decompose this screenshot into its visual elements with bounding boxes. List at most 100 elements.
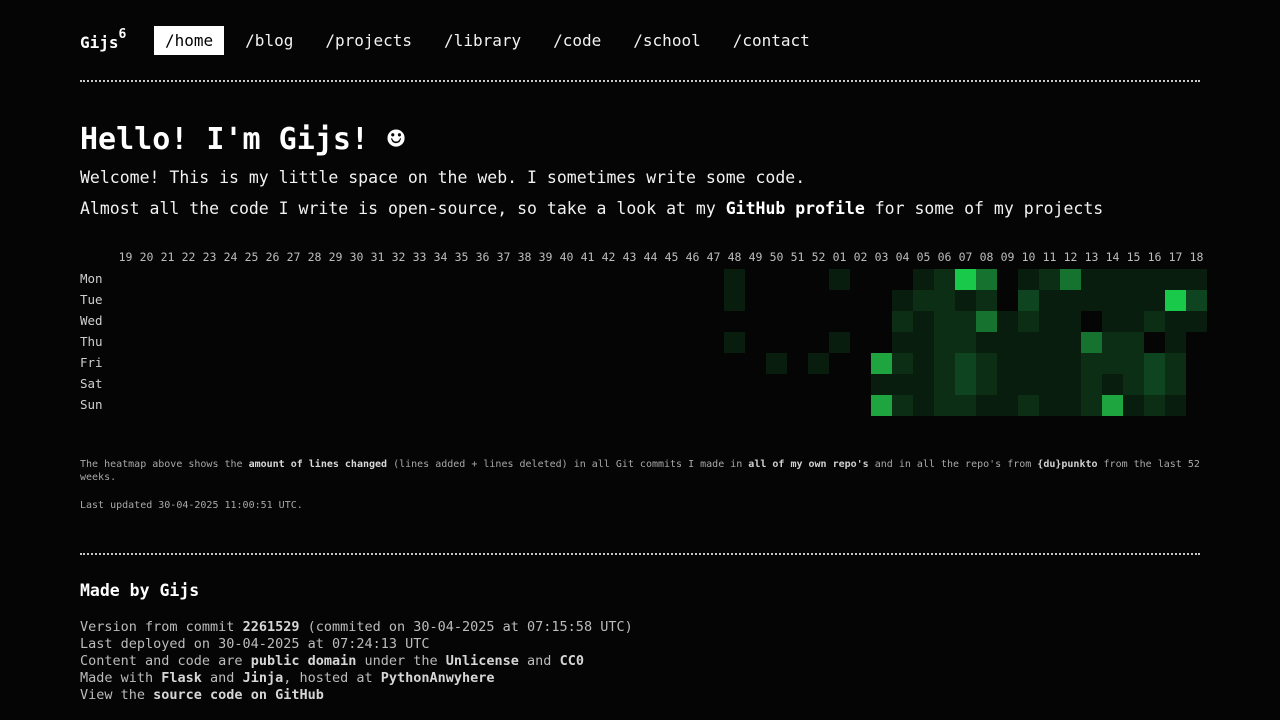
heatmap-cell	[493, 395, 514, 416]
heatmap-cell	[808, 290, 829, 311]
heatmap-cell	[157, 374, 178, 395]
heatmap-cell	[913, 290, 934, 311]
heatmap-cell	[1060, 374, 1081, 395]
heatmap-cell	[409, 395, 430, 416]
heatmap-cell	[262, 353, 283, 374]
site-logo[interactable]: Gijs6	[80, 28, 126, 52]
content-prefix: Content and code are	[80, 653, 251, 669]
week-label: 11	[1042, 250, 1057, 264]
heatmap-cell	[241, 290, 262, 311]
heatmap-cell	[241, 395, 262, 416]
heatmap-cell	[199, 395, 220, 416]
day-label: Sun	[80, 397, 103, 412]
heatmap-cell	[1186, 374, 1207, 395]
heatmap-cell	[745, 311, 766, 332]
heatmap-cell	[514, 290, 535, 311]
heatmap-cell	[1060, 290, 1081, 311]
week-label: 31	[370, 250, 385, 264]
heatmap-cell	[745, 332, 766, 353]
heatmap-cell	[661, 332, 682, 353]
week-label: 10	[1021, 250, 1036, 264]
heatmap-cell	[1060, 353, 1081, 374]
week-label: 07	[958, 250, 973, 264]
heatmap-cell	[346, 311, 367, 332]
heatmap-cell	[1081, 374, 1102, 395]
week-label: 15	[1126, 250, 1141, 264]
heatmap-cell	[1144, 311, 1165, 332]
heatmap-cell	[976, 353, 997, 374]
heatmap-cell	[304, 269, 325, 290]
heatmap-cell	[976, 332, 997, 353]
heatmap-cell	[514, 395, 535, 416]
week-label: 22	[181, 250, 196, 264]
heatmap-cell	[493, 332, 514, 353]
heatmap-cell	[451, 311, 472, 332]
week-label: 35	[454, 250, 469, 264]
heatmap-cell	[1081, 395, 1102, 416]
heatmap-cell	[325, 353, 346, 374]
note-bold-lines-changed: amount of lines changed	[248, 459, 388, 470]
heatmap-cell	[178, 374, 199, 395]
own-repos-link[interactable]: all of my own repo's	[748, 459, 868, 470]
source-code-link[interactable]: source code on GitHub	[153, 687, 324, 703]
heatmap-cell	[934, 395, 955, 416]
dupunkto-link[interactable]: {du}punkto	[1037, 459, 1097, 470]
heatmap-cell	[220, 395, 241, 416]
heatmap-cell	[787, 353, 808, 374]
heatmap-cell	[1186, 269, 1207, 290]
heatmap-cell	[535, 353, 556, 374]
footer-made-with-line: Made with Flask and Jinja, hosted at Pyt…	[80, 670, 633, 687]
heatmap-cell	[472, 353, 493, 374]
flask-link[interactable]: Flask	[161, 670, 202, 686]
nav-link-contact[interactable]: /contact	[722, 26, 821, 55]
heatmap-cell	[493, 353, 514, 374]
heatmap-cell	[829, 290, 850, 311]
heatmap-cell	[850, 374, 871, 395]
nav-link-projects[interactable]: /projects	[314, 26, 423, 55]
heatmap-cell	[1186, 353, 1207, 374]
heatmap-cell	[619, 290, 640, 311]
heatmap-cell	[136, 332, 157, 353]
week-label: 46	[685, 250, 700, 264]
week-label: 47	[706, 250, 721, 264]
heatmap-cell	[829, 269, 850, 290]
heatmap-cell	[640, 353, 661, 374]
heatmap-cell	[556, 269, 577, 290]
heatmap-cell	[829, 353, 850, 374]
heatmap-cell	[787, 332, 808, 353]
heatmap-cell	[703, 332, 724, 353]
nav-link-home[interactable]: /home	[154, 26, 225, 55]
github-profile-link[interactable]: GitHub profile	[726, 199, 865, 218]
heatmap-cell	[388, 374, 409, 395]
week-label: 20	[139, 250, 154, 264]
heatmap-cell	[367, 311, 388, 332]
commit-heatmap: 19 20 21 22 23 24 25 26 27 28 29 30 31 32 33 34 35 36 37 38…	[80, 248, 1207, 418]
heatmap-cell	[388, 353, 409, 374]
commit-link[interactable]: 2261529	[243, 619, 300, 635]
heatmap-cell	[1081, 290, 1102, 311]
nav-link-library[interactable]: /library	[433, 26, 532, 55]
heatmap-cell	[787, 395, 808, 416]
week-label: 51	[790, 250, 805, 264]
heatmap-cell	[892, 374, 913, 395]
heatmap-cell	[178, 269, 199, 290]
heatmap-cell	[367, 374, 388, 395]
heatmap-cell	[241, 269, 262, 290]
heatmap-cell	[367, 353, 388, 374]
heatmap-cell	[577, 269, 598, 290]
footer-version-line: Version from commit 2261529 (commited on…	[80, 619, 633, 636]
pythonanywhere-link[interactable]: PythonAnwyhere	[381, 670, 495, 686]
nav-link-code[interactable]: /code	[542, 26, 612, 55]
jinja-link[interactable]: Jinja	[243, 670, 284, 686]
nav-link-school[interactable]: /school	[622, 26, 711, 55]
nav-link-blog[interactable]: /blog	[234, 26, 304, 55]
cc0-link[interactable]: CC0	[560, 653, 584, 669]
made-prefix: Made with	[80, 670, 162, 686]
heatmap-cell	[682, 332, 703, 353]
heatmap-cell	[955, 269, 976, 290]
unlicense-link[interactable]: Unlicense	[446, 653, 519, 669]
heatmap-cell	[955, 374, 976, 395]
heatmap-cell	[1165, 311, 1186, 332]
heatmap-cell	[1123, 353, 1144, 374]
heatmap-cell	[514, 269, 535, 290]
